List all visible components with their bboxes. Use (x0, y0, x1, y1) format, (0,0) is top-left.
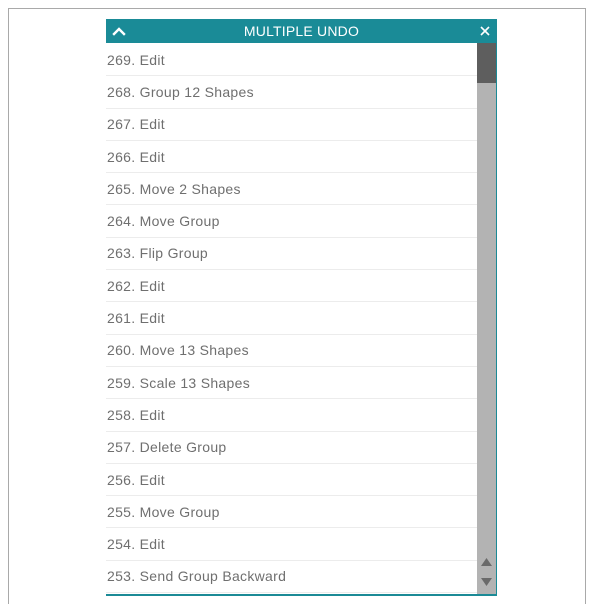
undo-history-list: 269. Edit 268. Group 12 Shapes 267. Edit… (106, 44, 478, 593)
history-item[interactable]: 263. Flip Group (106, 238, 478, 271)
scroll-down-arrow-icon[interactable] (477, 573, 496, 590)
close-icon[interactable] (476, 21, 494, 41)
history-item[interactable]: 258. Edit (106, 399, 478, 432)
history-item[interactable]: 256. Edit (106, 464, 478, 497)
history-item[interactable]: 265. Move 2 Shapes (106, 173, 478, 206)
history-item[interactable]: 267. Edit (106, 109, 478, 141)
history-item[interactable]: 260. Move 13 Shapes (106, 335, 478, 367)
history-item[interactable]: 264. Move Group (106, 205, 478, 238)
panel-titlebar: MULTIPLE UNDO (106, 19, 496, 43)
panel-title: MULTIPLE UNDO (243, 23, 360, 39)
history-item[interactable]: 266. Edit (106, 141, 478, 174)
multiple-undo-panel: MULTIPLE UNDO 269. Edit 268. Group 12 Sh… (106, 19, 497, 596)
history-item[interactable]: 257. Delete Group (106, 432, 478, 464)
history-item[interactable]: 255. Move Group (106, 496, 478, 529)
history-item[interactable]: 261. Edit (106, 302, 478, 335)
scrollbar-thumb[interactable] (477, 43, 496, 83)
history-item[interactable]: 254. Edit (106, 528, 478, 561)
history-item[interactable]: 268. Group 12 Shapes (106, 76, 478, 109)
scroll-up-arrow-icon[interactable] (477, 553, 496, 570)
history-item[interactable]: 269. Edit (106, 44, 478, 77)
history-item[interactable]: 259. Scale 13 Shapes (106, 367, 478, 400)
history-item[interactable]: 262. Edit (106, 270, 478, 303)
vertical-scrollbar[interactable] (477, 43, 496, 594)
history-item[interactable]: 253. Send Group Backward (106, 561, 478, 593)
